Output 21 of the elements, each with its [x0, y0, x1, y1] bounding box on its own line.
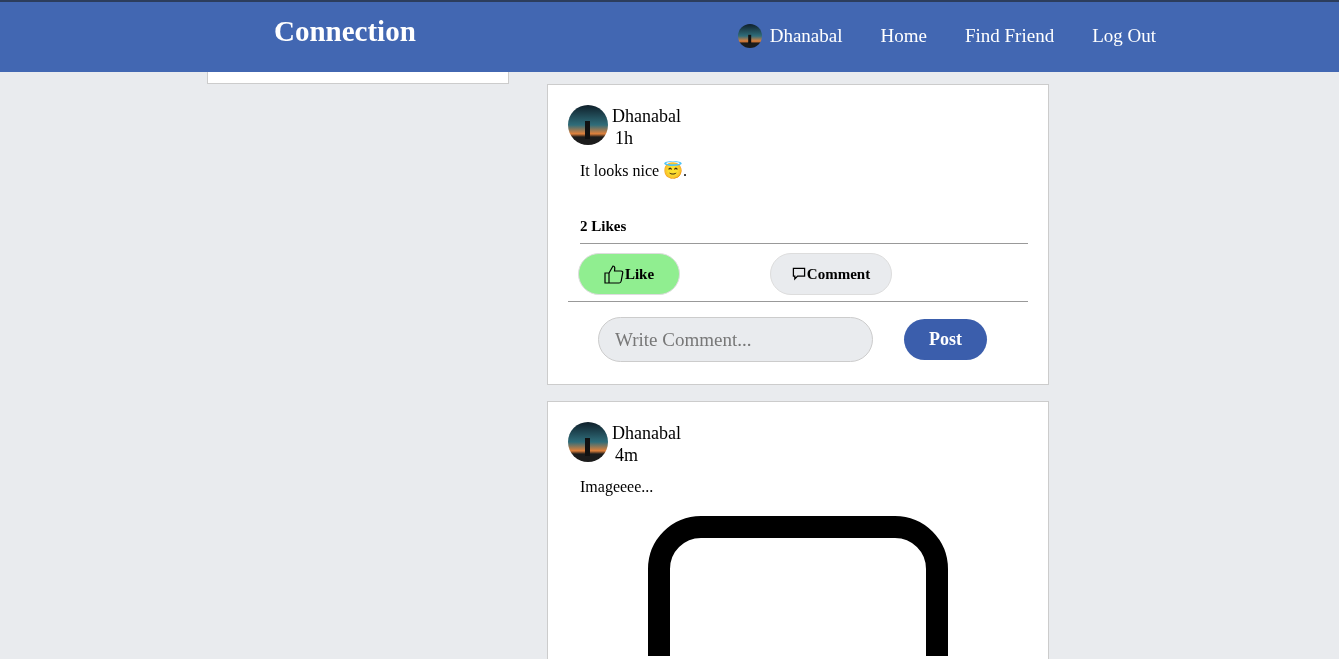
post-button[interactable]: Post: [904, 319, 987, 360]
post-time: 4m: [615, 444, 639, 466]
likes-count: 2 Likes: [580, 218, 1028, 244]
post-text: Imageeee...: [580, 478, 655, 496]
nav-link[interactable]: Home: [880, 25, 927, 47]
nav-link[interactable]: Find Friend: [964, 25, 1055, 47]
comment-input[interactable]: Write Comment...: [598, 317, 873, 362]
nav-link[interactable]: Log Out: [1092, 25, 1156, 47]
avatar-icon: [568, 105, 608, 145]
avatar-icon: [568, 422, 608, 462]
avatar-icon: [737, 24, 762, 48]
speech-bubble-icon: [791, 267, 806, 281]
author-name[interactable]: Dhanabal: [612, 422, 681, 444]
post-text: It looks nice 😇.: [580, 161, 689, 180]
thumbs-up-icon: [603, 264, 624, 284]
post-time: 1h: [615, 127, 634, 149]
site-logo[interactable]: Connection: [274, 14, 416, 48]
like-button[interactable]: Like: [578, 253, 680, 295]
profile-link[interactable]: Dhanabal: [737, 24, 843, 48]
comment-button[interactable]: Comment: [770, 253, 892, 295]
author-name[interactable]: Dhanabal: [612, 105, 681, 127]
